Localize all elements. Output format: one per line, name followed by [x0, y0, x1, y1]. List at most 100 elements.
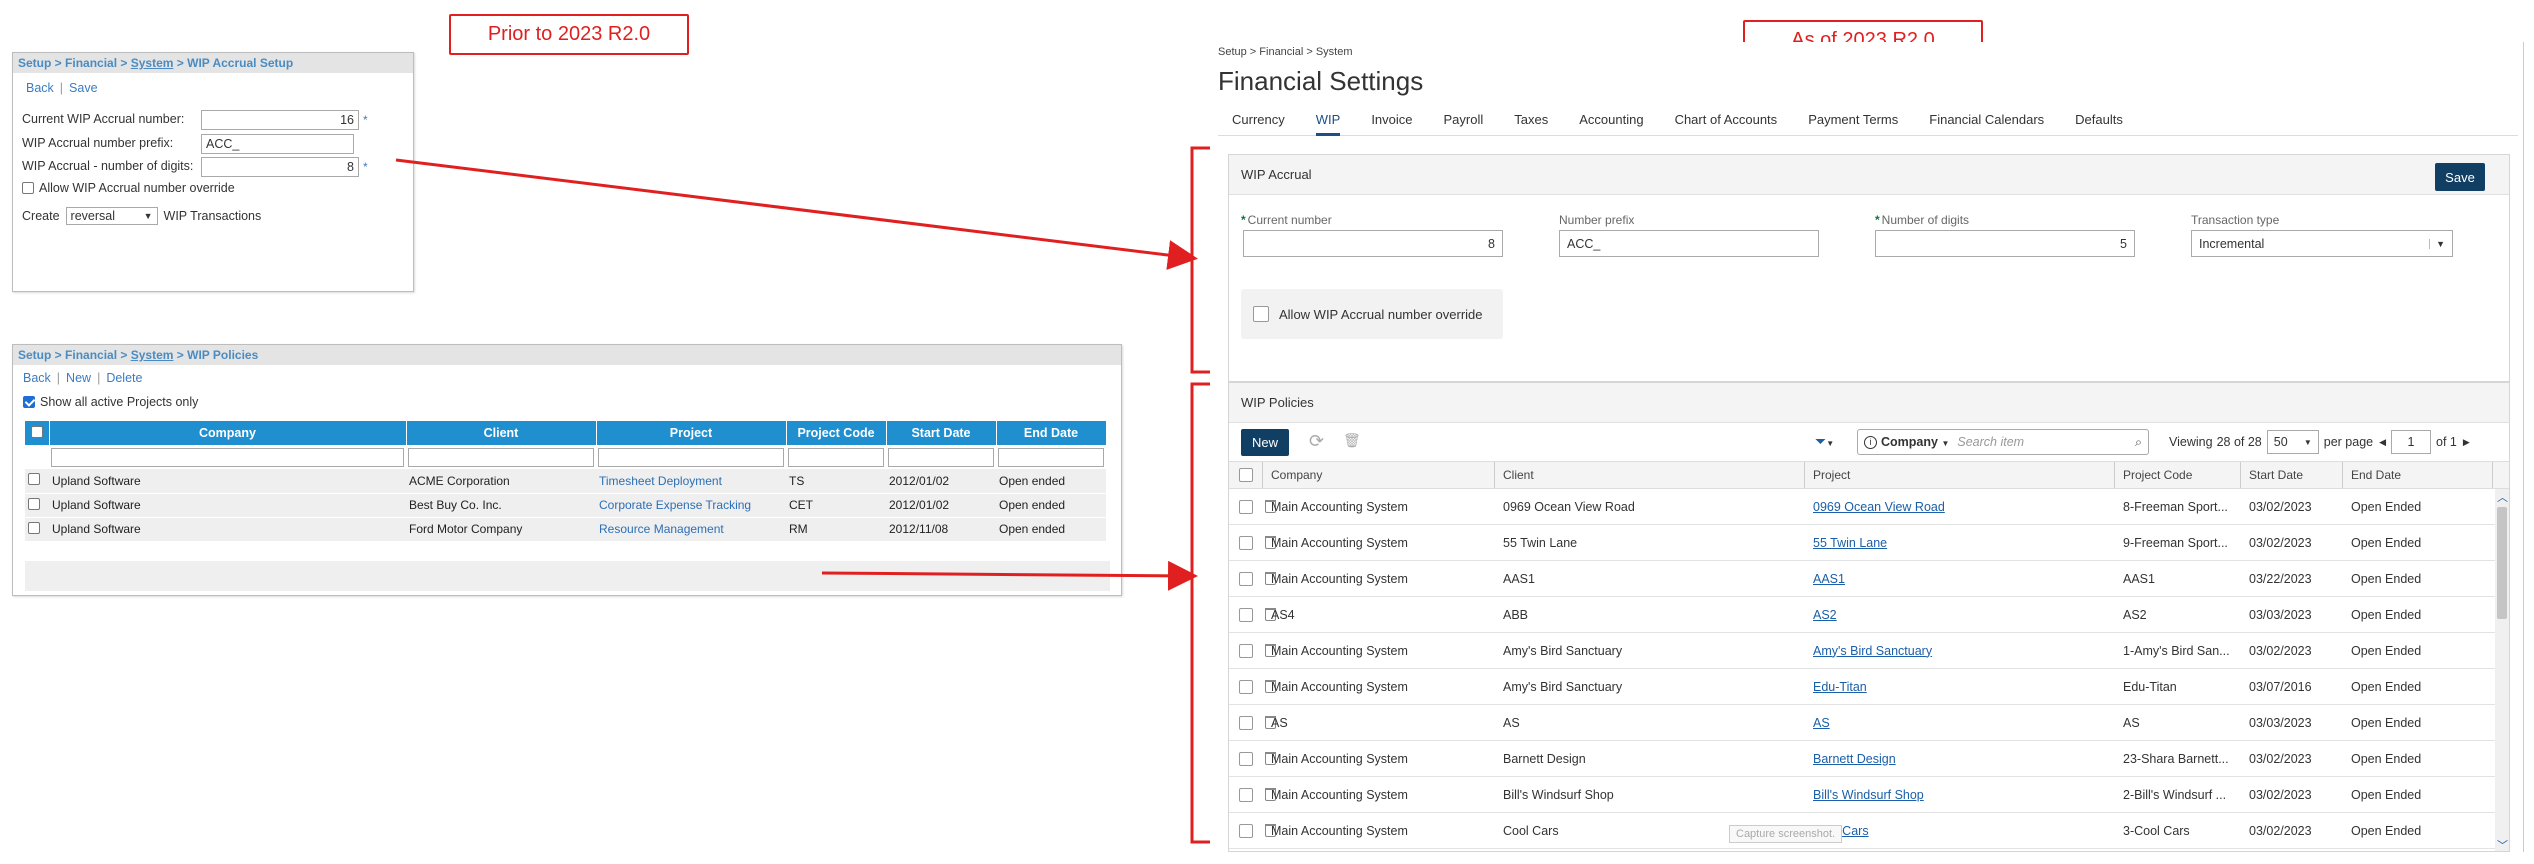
digits-input[interactable]: 8	[201, 157, 359, 177]
col-client[interactable]: Client	[1495, 462, 1805, 488]
search-icon[interactable]: ⌕	[2135, 435, 2142, 450]
tab-wip[interactable]: WIP	[1315, 102, 1341, 136]
save-button[interactable]: Save	[2435, 163, 2485, 191]
cell-project-link[interactable]: Edu-Titan	[1813, 669, 2113, 704]
project-link[interactable]: Edu-Titan	[1813, 680, 1867, 694]
page-input[interactable]: 1	[2391, 430, 2432, 454]
cell-project-link[interactable]: Bill's Windsurf Shop	[1813, 777, 2113, 812]
per-page-select[interactable]: 50 ▼	[2266, 430, 2319, 454]
show-active-checkbox[interactable]	[23, 396, 35, 408]
scroll-down-icon[interactable]: ﹀	[2497, 837, 2508, 851]
refresh-icon[interactable]: ⟳	[1309, 431, 1324, 452]
row-checkbox[interactable]	[28, 521, 40, 534]
filter-start-date[interactable]	[888, 447, 994, 467]
row-checkbox[interactable]	[1239, 499, 1253, 514]
grid-scrollbar[interactable]: ︿ ﹀	[2495, 489, 2509, 851]
tab-chart-of-accounts[interactable]: Chart of Accounts	[1675, 102, 1778, 136]
override-option[interactable]: Allow WIP Accrual number override	[1241, 289, 1503, 339]
back-link[interactable]: Back	[26, 81, 54, 95]
cell-project-link[interactable]: AS	[1813, 705, 2113, 740]
filter-client[interactable]	[408, 447, 594, 467]
col-end-date[interactable]: End Date	[2343, 462, 2493, 488]
back-link[interactable]: Back	[23, 371, 51, 385]
project-link[interactable]: AAS1	[1813, 572, 1845, 586]
filter-end-date[interactable]	[998, 447, 1104, 467]
save-link[interactable]: Save	[69, 81, 98, 95]
search-input[interactable]: Search item	[1957, 435, 2135, 449]
crumb-financial[interactable]: Financial	[65, 56, 117, 70]
row-checkbox[interactable]	[1239, 643, 1253, 658]
col-project[interactable]: Project	[1805, 462, 2115, 488]
row-checkbox[interactable]	[1239, 679, 1253, 694]
search-field-select[interactable]: Company ▼	[1881, 435, 1949, 449]
row-checkbox[interactable]	[28, 497, 40, 510]
row-checkbox[interactable]	[28, 473, 40, 486]
prefix-input[interactable]: ACC_	[201, 134, 354, 154]
col-start-date[interactable]: Start Date	[2241, 462, 2343, 488]
tab-defaults[interactable]: Defaults	[2075, 102, 2123, 136]
filter-company[interactable]	[51, 447, 404, 467]
project-link[interactable]: AS2	[1813, 608, 1837, 622]
transaction-type-select[interactable]: Incremental ▼	[2191, 230, 2453, 257]
cell-project-link[interactable]: Cool Cars	[1813, 813, 2113, 848]
project-link[interactable]: AS	[1813, 716, 1830, 730]
cell-project-link[interactable]: AS2	[1813, 597, 2113, 632]
next-page-icon[interactable]: ▶	[2463, 437, 2470, 448]
cell-project-link[interactable]: 0969 Ocean View Road	[1813, 489, 2113, 524]
crumb-system[interactable]: System	[131, 348, 174, 362]
digits-input[interactable]: 5	[1875, 230, 2135, 257]
col-end-date[interactable]: End Date	[996, 421, 1107, 445]
create-select[interactable]: reversal ▼	[65, 207, 158, 225]
breadcrumb[interactable]: Setup > Financial > System	[1218, 46, 1353, 58]
prefix-input[interactable]: ACC_	[1559, 230, 1819, 257]
row-checkbox[interactable]	[1239, 751, 1253, 766]
row-checkbox[interactable]	[1239, 787, 1253, 802]
col-project-code[interactable]: Project Code	[786, 421, 887, 445]
tab-invoice[interactable]: Invoice	[1371, 102, 1412, 136]
crumb-setup[interactable]: Setup	[18, 348, 51, 362]
row-checkbox[interactable]	[1239, 607, 1253, 622]
col-company[interactable]: Company	[49, 421, 407, 445]
new-button[interactable]: New	[1241, 429, 1289, 456]
tab-payment-terms[interactable]: Payment Terms	[1808, 102, 1898, 136]
col-project-code[interactable]: Project Code	[2115, 462, 2241, 488]
col-project[interactable]: Project	[596, 421, 787, 445]
col-start-date[interactable]: Start Date	[886, 421, 997, 445]
delete-link[interactable]: Delete	[106, 371, 142, 385]
new-link[interactable]: New	[66, 371, 91, 385]
project-link[interactable]: Barnett Design	[1813, 752, 1896, 766]
cell-project-link[interactable]: AAS1	[1813, 561, 2113, 596]
row-checkbox[interactable]	[1239, 535, 1253, 550]
prev-page-icon[interactable]: ◀	[2379, 437, 2386, 448]
select-all-checkbox[interactable]	[30, 425, 43, 438]
cell-project-link[interactable]: Corporate Expense Tracking	[596, 493, 786, 518]
scroll-thumb[interactable]	[2497, 507, 2507, 619]
override-checkbox[interactable]	[22, 182, 34, 194]
current-number-input[interactable]: 8	[1243, 230, 1503, 257]
crumb-system[interactable]: System	[131, 56, 174, 70]
row-checkbox[interactable]	[1239, 823, 1253, 838]
cell-project-link[interactable]: Resource Management	[596, 517, 786, 542]
cell-project-link[interactable]: Timesheet Deployment	[596, 469, 786, 494]
crumb-setup[interactable]: Setup	[18, 56, 51, 70]
tab-payroll[interactable]: Payroll	[1444, 102, 1484, 136]
tab-accounting[interactable]: Accounting	[1579, 102, 1643, 136]
filter-icon[interactable]: ⏷▼	[1815, 433, 1834, 450]
project-link[interactable]: 0969 Ocean View Road	[1813, 500, 1945, 514]
tab-financial-calendars[interactable]: Financial Calendars	[1929, 102, 2044, 136]
col-company[interactable]: Company	[1263, 462, 1495, 488]
col-client[interactable]: Client	[406, 421, 597, 445]
tab-currency[interactable]: Currency	[1232, 102, 1285, 136]
tab-taxes[interactable]: Taxes	[1514, 102, 1548, 136]
override-checkbox[interactable]	[1253, 306, 1269, 322]
project-link[interactable]: 55 Twin Lane	[1813, 536, 1887, 550]
project-link[interactable]: Bill's Windsurf Shop	[1813, 788, 1924, 802]
cell-project-link[interactable]: Amy's Bird Sanctuary	[1813, 633, 2113, 668]
row-checkbox[interactable]	[1239, 715, 1253, 730]
delete-icon[interactable]: 🗑	[1343, 432, 1361, 449]
current-number-input[interactable]: 16	[201, 110, 359, 130]
scroll-up-icon[interactable]: ︿	[2497, 489, 2508, 505]
row-checkbox[interactable]	[1239, 571, 1253, 586]
select-all-checkbox[interactable]	[1238, 468, 1253, 482]
crumb-financial[interactable]: Financial	[65, 348, 117, 362]
